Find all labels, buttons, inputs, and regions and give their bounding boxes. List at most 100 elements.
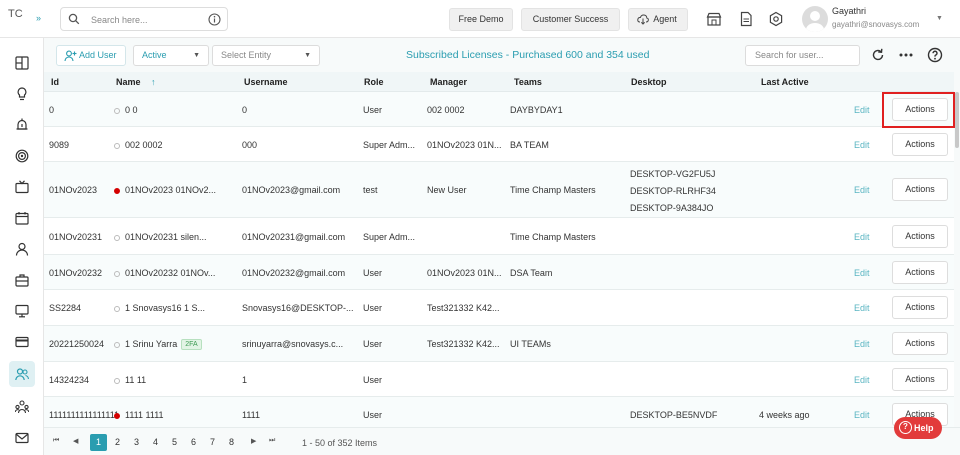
table-row[interactable]: SS2284 1 Snovasys16 1 S... Snovasys16@DESK…: [44, 290, 954, 326]
sidebar-item-monitoring[interactable]: [9, 298, 35, 324]
col-teams[interactable]: Teams: [514, 77, 542, 87]
sidebar-item-goals[interactable]: [9, 143, 35, 169]
edit-link[interactable]: Edit: [854, 303, 870, 313]
cell-role: Super Adm...: [363, 232, 416, 242]
actions-button[interactable]: Actions: [892, 225, 948, 248]
sidebar-item-screens[interactable]: [9, 174, 35, 200]
actions-button[interactable]: Actions: [892, 332, 948, 355]
page-number[interactable]: 1: [90, 434, 107, 451]
avatar[interactable]: [802, 6, 828, 32]
table-row[interactable]: 1111111111111111 1111 1111 1111 User DESKTOP…: [44, 397, 954, 427]
dashboard-icon: [15, 56, 29, 70]
page-number[interactable]: 5: [166, 434, 183, 451]
edit-link[interactable]: Edit: [854, 410, 870, 420]
cell-name[interactable]: 1 Snovasys16 1 S...: [114, 303, 205, 313]
cell-name[interactable]: 1111 1111: [114, 410, 164, 420]
page-number[interactable]: 8: [223, 434, 240, 451]
edit-link[interactable]: Edit: [854, 268, 870, 278]
page-number[interactable]: 2: [109, 434, 126, 451]
cell-name[interactable]: 01NOv2023 01NOv2...: [114, 185, 216, 195]
briefcase-icon: [15, 274, 29, 287]
edit-link[interactable]: Edit: [854, 105, 870, 115]
more-options-icon[interactable]: [898, 47, 914, 63]
cell-manager: 002 0002: [427, 105, 465, 115]
sidebar-item-projects[interactable]: [9, 267, 35, 293]
col-name[interactable]: Name: [116, 77, 141, 87]
cell-name[interactable]: 01NOv20232 01NOv...: [114, 268, 215, 278]
sidebar-item-billing[interactable]: [9, 329, 35, 355]
edit-link[interactable]: Edit: [854, 185, 870, 195]
sidebar-item-alerts[interactable]: [9, 112, 35, 138]
free-demo-button[interactable]: Free Demo: [449, 8, 513, 31]
sidebar-item-profile[interactable]: [9, 236, 35, 262]
actions-button[interactable]: Actions: [892, 178, 948, 201]
cell-id: SS2284: [49, 303, 82, 313]
help-button[interactable]: ? Help: [894, 417, 942, 439]
actions-button[interactable]: Actions: [892, 261, 948, 284]
col-last-active[interactable]: Last Active: [761, 77, 809, 87]
refresh-icon[interactable]: [870, 47, 886, 63]
actions-button[interactable]: Actions: [892, 368, 948, 391]
col-desktop[interactable]: Desktop: [631, 77, 667, 87]
entity-select-value: Select Entity: [221, 50, 272, 60]
global-search[interactable]: Search here...: [60, 7, 228, 31]
sidebar-item-dashboard[interactable]: [9, 50, 35, 76]
store-icon[interactable]: [706, 11, 722, 27]
cell-name[interactable]: 002 0002: [114, 140, 163, 150]
col-role[interactable]: Role: [364, 77, 384, 87]
table-scrollbar[interactable]: [955, 92, 959, 148]
settings-icon[interactable]: [768, 11, 784, 27]
last-page-icon[interactable]: ⏭: [269, 437, 275, 445]
user-search-input[interactable]: Search for user...: [745, 45, 860, 66]
page-number[interactable]: 3: [128, 434, 145, 451]
agent-button[interactable]: Agent: [628, 8, 688, 31]
col-id[interactable]: Id: [51, 77, 59, 87]
cell-desktop: DESKTOP-9A384JO: [630, 203, 714, 213]
cell-name[interactable]: 1 Srinu Yarra 2FA: [114, 339, 202, 351]
info-icon[interactable]: [208, 13, 221, 26]
sidebar-item-ideas[interactable]: [9, 81, 35, 107]
status-select[interactable]: Active ▼: [133, 45, 209, 66]
edit-link[interactable]: Edit: [854, 339, 870, 349]
user-name[interactable]: Gayathri: [832, 6, 866, 16]
sidebar-item-calendar[interactable]: [9, 205, 35, 231]
entity-select[interactable]: Select Entity ▼: [212, 45, 320, 66]
table-row[interactable]: 01NOv20232 01NOv20232 01NOv... 01NOv20232@…: [44, 255, 954, 290]
add-user-button[interactable]: Add User: [56, 45, 126, 66]
actions-button[interactable]: Actions: [892, 133, 948, 156]
table-row[interactable]: 00 0 0 User 002 0002 DAYBYDAY1 Edit Actions: [44, 92, 954, 127]
table-row[interactable]: 14324234 11 11 1 User Edit Actions: [44, 362, 954, 397]
prev-page-icon[interactable]: ◀: [73, 437, 78, 445]
edit-link[interactable]: Edit: [854, 232, 870, 242]
cell-name[interactable]: 01NOv20231 silen...: [114, 232, 207, 242]
customer-success-button[interactable]: Customer Success: [521, 8, 620, 31]
page-number[interactable]: 4: [147, 434, 164, 451]
edit-link[interactable]: Edit: [854, 140, 870, 150]
table-row[interactable]: 20221250024 1 Srinu Yarra 2FA srinuyarra@sn…: [44, 326, 954, 362]
table-row[interactable]: 01NOv20231 01NOv20231 silen... 01NOv20231@…: [44, 218, 954, 255]
table-row[interactable]: 01NOv2023 01NOv2023 01NOv2... 01NOv2023@gm…: [44, 162, 954, 218]
col-username[interactable]: Username: [244, 77, 288, 87]
actions-button[interactable]: Actions: [892, 296, 948, 319]
cell-id: 0: [49, 105, 55, 115]
user-menu-caret-icon[interactable]: ▼: [936, 15, 943, 22]
cell-name[interactable]: 0 0: [114, 105, 138, 115]
table-header: Id Name ↑ Username Role Manager Teams De…: [44, 72, 954, 92]
page-number[interactable]: 6: [185, 434, 202, 451]
first-page-icon[interactable]: ⏮: [53, 437, 59, 445]
document-icon[interactable]: [738, 11, 754, 27]
sidebar-item-organization[interactable]: [9, 394, 35, 420]
expand-sidebar-icon[interactable]: »: [36, 13, 41, 23]
sidebar-item-messages[interactable]: [9, 425, 35, 451]
table-row[interactable]: 9089 002 0002 000 Super Adm... 01NOv2023 01N…: [44, 127, 954, 162]
next-page-icon[interactable]: ▶: [251, 437, 256, 445]
sidebar-item-users[interactable]: [9, 361, 35, 387]
edit-link[interactable]: Edit: [854, 375, 870, 385]
sort-asc-icon[interactable]: ↑: [151, 77, 156, 87]
search-input[interactable]: Search here...: [91, 15, 148, 25]
cell-name[interactable]: 11 11: [114, 375, 146, 385]
col-manager[interactable]: Manager: [430, 77, 467, 87]
page-number[interactable]: 7: [204, 434, 221, 451]
help-circle-icon[interactable]: [927, 47, 943, 63]
app-logo[interactable]: TC: [8, 8, 23, 20]
